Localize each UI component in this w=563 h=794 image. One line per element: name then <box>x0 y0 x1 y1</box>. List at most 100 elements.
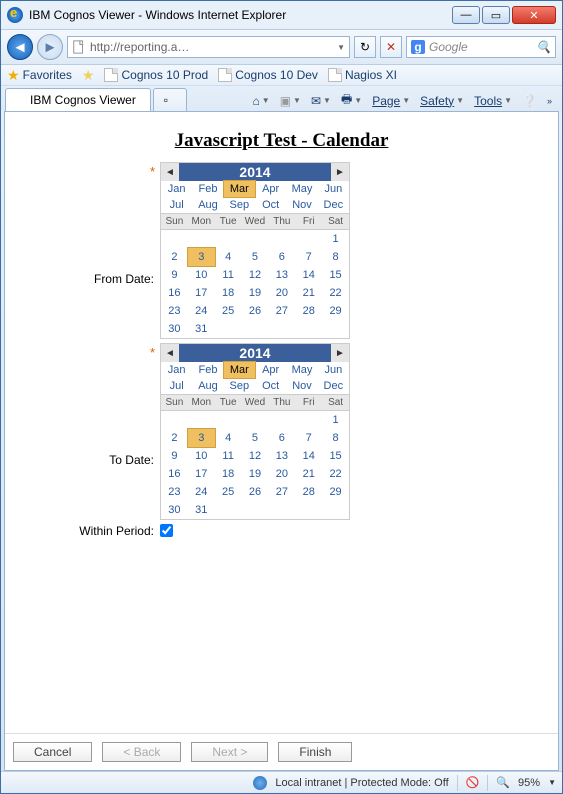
finish-button[interactable]: Finish <box>278 742 352 762</box>
calendar-day[interactable]: 3 <box>187 247 216 267</box>
month-may[interactable]: May <box>286 181 317 197</box>
calendar-day[interactable]: 12 <box>242 266 269 284</box>
month-nov[interactable]: Nov <box>286 378 317 394</box>
overflow-icon[interactable]: » <box>547 96 552 106</box>
favorites-button[interactable]: ★Favorites <box>7 68 72 82</box>
calendar-day[interactable]: 6 <box>268 248 295 266</box>
calendar-day[interactable]: 27 <box>268 483 295 501</box>
calendar-day[interactable]: 2 <box>161 248 188 266</box>
calendar-day[interactable]: 3 <box>187 428 216 448</box>
calendar-day[interactable]: 8 <box>322 429 349 447</box>
prev-year-button[interactable]: ◄ <box>161 344 179 362</box>
refresh-button[interactable]: ↻ <box>354 36 376 58</box>
calendar-day[interactable]: 21 <box>295 465 322 483</box>
month-oct[interactable]: Oct <box>255 197 286 213</box>
calendar-day[interactable]: 18 <box>215 284 242 302</box>
month-apr[interactable]: Apr <box>255 362 286 378</box>
safety-menu[interactable]: Safety▼ <box>420 94 464 108</box>
calendar-day[interactable]: 20 <box>268 465 295 483</box>
cancel-button[interactable]: Cancel <box>13 742 92 762</box>
month-aug[interactable]: Aug <box>192 197 223 213</box>
calendar-day[interactable]: 25 <box>215 483 242 501</box>
calendar-day[interactable]: 16 <box>161 284 188 302</box>
next-button[interactable]: Next > <box>191 742 268 762</box>
month-feb[interactable]: Feb <box>192 362 223 378</box>
address-bar[interactable]: http://reporting.a… ▼ <box>67 36 350 58</box>
prev-year-button[interactable]: ◄ <box>161 163 179 181</box>
protected-off-icon[interactable]: 🚫 <box>466 776 480 789</box>
tools-menu[interactable]: Tools▼ <box>474 94 512 108</box>
month-jul[interactable]: Jul <box>161 378 192 394</box>
new-tab-button[interactable]: ▫ <box>153 88 187 111</box>
favlink-1[interactable]: Cognos 10 Dev <box>218 68 318 82</box>
month-jan[interactable]: Jan <box>161 181 192 197</box>
tab-cognos[interactable]: IBM Cognos Viewer <box>5 88 151 111</box>
calendar-day[interactable]: 29 <box>322 483 349 501</box>
calendar-day[interactable]: 13 <box>268 266 295 284</box>
calendar-day[interactable]: 4 <box>215 429 242 447</box>
calendar-day[interactable]: 26 <box>242 302 269 320</box>
calendar-day[interactable]: 5 <box>242 429 269 447</box>
suggested-sites-icon[interactable]: ★ <box>82 68 95 82</box>
within-period-checkbox[interactable] <box>160 524 173 537</box>
search-box[interactable]: g Google 🔍 <box>406 36 556 58</box>
next-year-button[interactable]: ► <box>331 344 349 362</box>
calendar-day[interactable]: 9 <box>161 447 188 465</box>
home-button[interactable]: ⌂▼ <box>253 94 270 108</box>
calendar-day[interactable]: 7 <box>295 248 322 266</box>
calendar-day[interactable]: 2 <box>161 429 188 447</box>
calendar-day[interactable]: 23 <box>161 302 188 320</box>
calendar-day[interactable]: 30 <box>161 501 188 519</box>
calendar-day[interactable]: 1 <box>322 411 349 429</box>
calendar-day[interactable]: 25 <box>215 302 242 320</box>
month-aug[interactable]: Aug <box>192 378 223 394</box>
calendar-day[interactable]: 29 <box>322 302 349 320</box>
page-menu[interactable]: Page▼ <box>372 94 410 108</box>
calendar-day[interactable]: 23 <box>161 483 188 501</box>
help-button[interactable]: ❔ <box>522 94 537 108</box>
calendar-day[interactable]: 21 <box>295 284 322 302</box>
calendar-day[interactable]: 24 <box>188 302 215 320</box>
minimize-button[interactable]: — <box>452 6 480 24</box>
month-mar[interactable]: Mar <box>223 180 256 198</box>
address-dropdown-icon[interactable]: ▼ <box>337 43 345 52</box>
next-year-button[interactable]: ► <box>331 163 349 181</box>
calendar-day[interactable]: 28 <box>295 483 322 501</box>
calendar-day[interactable]: 20 <box>268 284 295 302</box>
mail-button[interactable]: ✉▼ <box>311 94 331 108</box>
calendar-day[interactable]: 15 <box>322 266 349 284</box>
calendar-day[interactable]: 14 <box>295 447 322 465</box>
calendar-day[interactable]: 26 <box>242 483 269 501</box>
calendar-day[interactable]: 27 <box>268 302 295 320</box>
calendar-day[interactable]: 28 <box>295 302 322 320</box>
calendar-day[interactable]: 15 <box>322 447 349 465</box>
calendar-day[interactable]: 16 <box>161 465 188 483</box>
calendar-day[interactable]: 19 <box>242 465 269 483</box>
calendar-day[interactable]: 10 <box>188 266 215 284</box>
favlink-2[interactable]: Nagios XI <box>328 68 397 82</box>
month-apr[interactable]: Apr <box>255 181 286 197</box>
month-nov[interactable]: Nov <box>286 197 317 213</box>
maximize-button[interactable]: ▭ <box>482 6 510 24</box>
calendar-day[interactable]: 4 <box>215 248 242 266</box>
month-may[interactable]: May <box>286 362 317 378</box>
month-mar[interactable]: Mar <box>223 361 256 379</box>
month-dec[interactable]: Dec <box>318 378 349 394</box>
search-go-icon[interactable]: 🔍 <box>536 40 551 54</box>
calendar-day[interactable]: 24 <box>188 483 215 501</box>
calendar-day[interactable]: 1 <box>322 230 349 248</box>
calendar-day[interactable]: 9 <box>161 266 188 284</box>
zoom-dropdown-icon[interactable]: ▼ <box>548 778 556 787</box>
month-sep[interactable]: Sep <box>224 378 255 394</box>
month-dec[interactable]: Dec <box>318 197 349 213</box>
stop-button[interactable]: ✕ <box>380 36 402 58</box>
month-jan[interactable]: Jan <box>161 362 192 378</box>
calendar-day[interactable]: 6 <box>268 429 295 447</box>
calendar-day[interactable]: 8 <box>322 248 349 266</box>
calendar-day[interactable]: 5 <box>242 248 269 266</box>
calendar-day[interactable]: 17 <box>188 465 215 483</box>
calendar-day[interactable]: 11 <box>215 266 242 284</box>
zoom-icon[interactable]: 🔍 <box>496 776 510 789</box>
back-button[interactable]: ◄ <box>7 34 33 60</box>
month-jul[interactable]: Jul <box>161 197 192 213</box>
